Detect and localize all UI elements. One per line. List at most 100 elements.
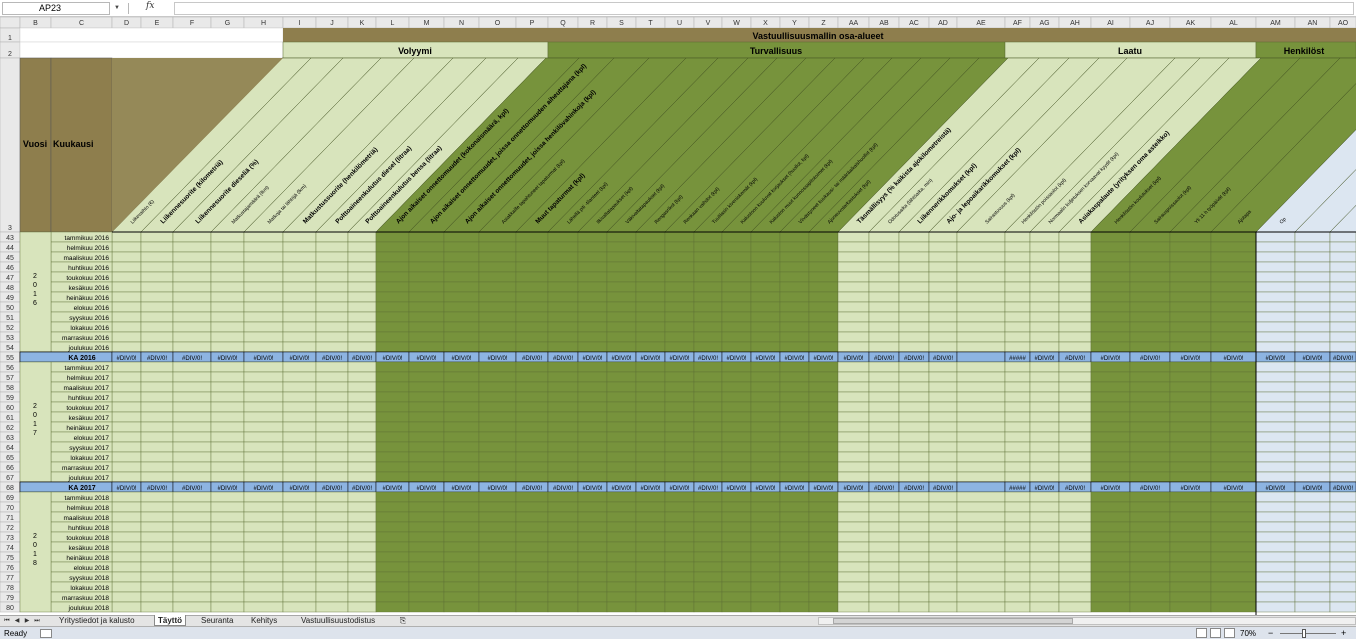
- data-cell[interactable]: [606, 231, 637, 243]
- data-cell[interactable]: [282, 471, 317, 483]
- data-cell[interactable]: [956, 561, 1006, 573]
- data-cell[interactable]: [210, 441, 245, 453]
- data-cell[interactable]: [868, 341, 900, 353]
- data-cell[interactable]: [375, 331, 410, 343]
- data-cell[interactable]: [750, 541, 781, 553]
- data-cell[interactable]: [837, 541, 870, 553]
- data-cell[interactable]: [1255, 231, 1296, 243]
- data-cell[interactable]: [1169, 291, 1212, 303]
- data-cell[interactable]: [315, 341, 349, 353]
- data-cell[interactable]: [635, 521, 666, 533]
- data-cell[interactable]: [868, 531, 900, 543]
- data-cell[interactable]: [1169, 401, 1212, 413]
- data-cell[interactable]: [375, 591, 410, 603]
- data-cell[interactable]: [808, 421, 839, 433]
- data-cell[interactable]: [243, 431, 284, 443]
- data-cell[interactable]: [750, 381, 781, 393]
- data-cell[interactable]: [956, 251, 1006, 263]
- data-cell[interactable]: [347, 451, 377, 463]
- data-cell[interactable]: [898, 541, 930, 553]
- data-cell[interactable]: [956, 311, 1006, 323]
- data-cell[interactable]: [1294, 581, 1331, 593]
- data-cell[interactable]: [808, 581, 839, 593]
- data-cell[interactable]: [408, 371, 445, 383]
- data-cell[interactable]: [172, 341, 212, 353]
- data-cell[interactable]: [635, 281, 666, 293]
- data-cell[interactable]: [1029, 371, 1060, 383]
- data-cell[interactable]: [1058, 521, 1092, 533]
- data-cell[interactable]: [1210, 571, 1257, 583]
- data-cell[interactable]: [1329, 511, 1356, 523]
- data-cell[interactable]: [515, 401, 549, 413]
- data-cell[interactable]: [347, 591, 377, 603]
- data-cell[interactable]: [577, 391, 608, 403]
- data-cell[interactable]: [1329, 231, 1356, 243]
- data-cell[interactable]: [635, 291, 666, 303]
- data-cell[interactable]: [210, 391, 245, 403]
- data-cell[interactable]: [347, 391, 377, 403]
- data-cell[interactable]: [808, 501, 839, 513]
- data-cell[interactable]: [928, 361, 958, 373]
- data-cell[interactable]: [606, 271, 637, 283]
- data-cell[interactable]: [1058, 361, 1092, 373]
- data-cell[interactable]: [956, 401, 1006, 413]
- data-cell[interactable]: [210, 491, 245, 503]
- data-cell[interactable]: [664, 421, 695, 433]
- data-cell[interactable]: [1255, 551, 1296, 563]
- data-cell[interactable]: [1329, 261, 1356, 273]
- data-cell[interactable]: [478, 411, 517, 423]
- data-cell[interactable]: [243, 291, 284, 303]
- data-cell[interactable]: [111, 511, 142, 523]
- data-cell[interactable]: [721, 431, 752, 443]
- data-cell[interactable]: [928, 241, 958, 253]
- data-cell[interactable]: [1210, 601, 1257, 613]
- data-cell[interactable]: [1029, 441, 1060, 453]
- data-cell[interactable]: [779, 261, 810, 273]
- data-cell[interactable]: [779, 251, 810, 263]
- data-cell[interactable]: [515, 341, 549, 353]
- data-cell[interactable]: [111, 401, 142, 413]
- data-cell[interactable]: [721, 571, 752, 583]
- data-cell[interactable]: [750, 591, 781, 603]
- data-cell[interactable]: [1294, 261, 1331, 273]
- data-cell[interactable]: [664, 581, 695, 593]
- data-cell[interactable]: [210, 401, 245, 413]
- data-cell[interactable]: [1255, 541, 1296, 553]
- data-cell[interactable]: [750, 321, 781, 333]
- data-cell[interactable]: [282, 311, 317, 323]
- data-cell[interactable]: [1294, 301, 1331, 313]
- data-cell[interactable]: [1090, 321, 1131, 333]
- data-cell[interactable]: [1058, 301, 1092, 313]
- data-cell[interactable]: [1090, 541, 1131, 553]
- data-cell[interactable]: [1210, 431, 1257, 443]
- row-header[interactable]: [0, 57, 21, 233]
- data-cell[interactable]: [210, 521, 245, 533]
- data-cell[interactable]: [172, 311, 212, 323]
- data-cell[interactable]: [282, 291, 317, 303]
- data-cell[interactable]: [243, 521, 284, 533]
- data-cell[interactable]: [1169, 441, 1212, 453]
- data-cell[interactable]: [808, 441, 839, 453]
- data-cell[interactable]: [1169, 511, 1212, 523]
- data-cell[interactable]: [172, 301, 212, 313]
- data-cell[interactable]: [837, 421, 870, 433]
- data-cell[interactable]: [515, 251, 549, 263]
- data-cell[interactable]: [1210, 271, 1257, 283]
- data-cell[interactable]: [347, 261, 377, 273]
- data-cell[interactable]: [898, 331, 930, 343]
- data-cell[interactable]: [443, 521, 480, 533]
- data-cell[interactable]: [693, 241, 723, 253]
- data-cell[interactable]: [577, 471, 608, 483]
- data-cell[interactable]: [172, 381, 212, 393]
- data-cell[interactable]: [315, 541, 349, 553]
- tab-seuranta[interactable]: Seuranta: [198, 615, 236, 626]
- data-cell[interactable]: [898, 311, 930, 323]
- data-cell[interactable]: [750, 561, 781, 573]
- data-cell[interactable]: [721, 321, 752, 333]
- data-cell[interactable]: [1004, 301, 1031, 313]
- data-cell[interactable]: [478, 261, 517, 273]
- data-cell[interactable]: [1129, 411, 1171, 423]
- data-cell[interactable]: [1004, 541, 1031, 553]
- data-cell[interactable]: [1129, 521, 1171, 533]
- data-cell[interactable]: [1029, 471, 1060, 483]
